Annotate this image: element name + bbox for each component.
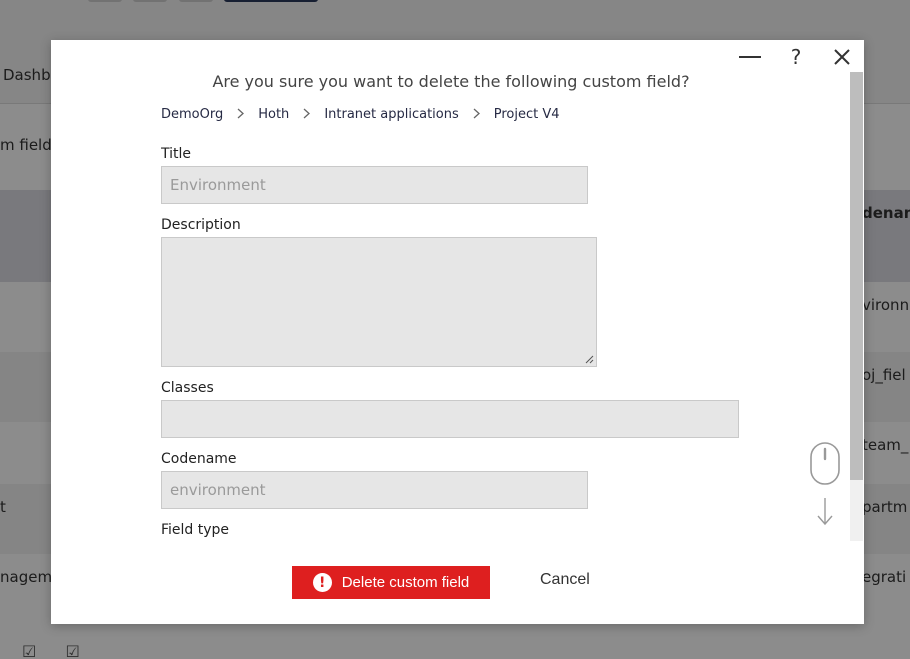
dialog-title: Are you sure you want to delete the foll… [212, 72, 690, 91]
scroll-mouse-icon [810, 442, 840, 526]
description-field[interactable] [161, 237, 597, 367]
chevron-right-icon [473, 108, 480, 122]
delete-button-label: Delete custom field [341, 574, 470, 591]
dialog-controls: ? [738, 44, 854, 70]
codename-label: Codename [161, 451, 237, 467]
field-type-label: Field type [161, 522, 230, 538]
classes-field[interactable] [161, 400, 739, 438]
breadcrumb-item[interactable]: Hoth [258, 107, 289, 122]
breadcrumb: DemoOrg Hoth Intranet applications Proje… [161, 107, 560, 122]
classes-label: Classes [161, 380, 214, 396]
chevron-right-icon [303, 108, 311, 122]
form-scroll-area[interactable]: Title Environment Description Classes Co… [161, 142, 801, 542]
codename-field[interactable]: environment [161, 471, 588, 509]
breadcrumb-item[interactable]: DemoOrg [161, 107, 223, 122]
scrollbar-thumb[interactable] [850, 72, 863, 480]
description-label: Description [161, 217, 241, 233]
resize-grip-icon[interactable] [585, 355, 594, 364]
minimize-icon[interactable] [738, 44, 762, 70]
help-icon[interactable]: ? [784, 44, 808, 70]
title-label: Title [161, 146, 192, 162]
breadcrumb-item[interactable]: Project V4 [494, 107, 560, 122]
cancel-button[interactable]: Cancel [540, 571, 590, 589]
delete-custom-field-dialog: ? Are you sure you want to delete the fo… [51, 40, 864, 624]
dialog-scrollbar[interactable] [850, 72, 863, 541]
warning-icon: ! [312, 573, 332, 592]
delete-custom-field-button[interactable]: ! Delete custom field [292, 566, 490, 599]
chevron-right-icon [237, 108, 245, 122]
title-field[interactable]: Environment [161, 166, 588, 204]
close-icon[interactable] [830, 44, 854, 70]
breadcrumb-item[interactable]: Intranet applications [324, 107, 458, 122]
